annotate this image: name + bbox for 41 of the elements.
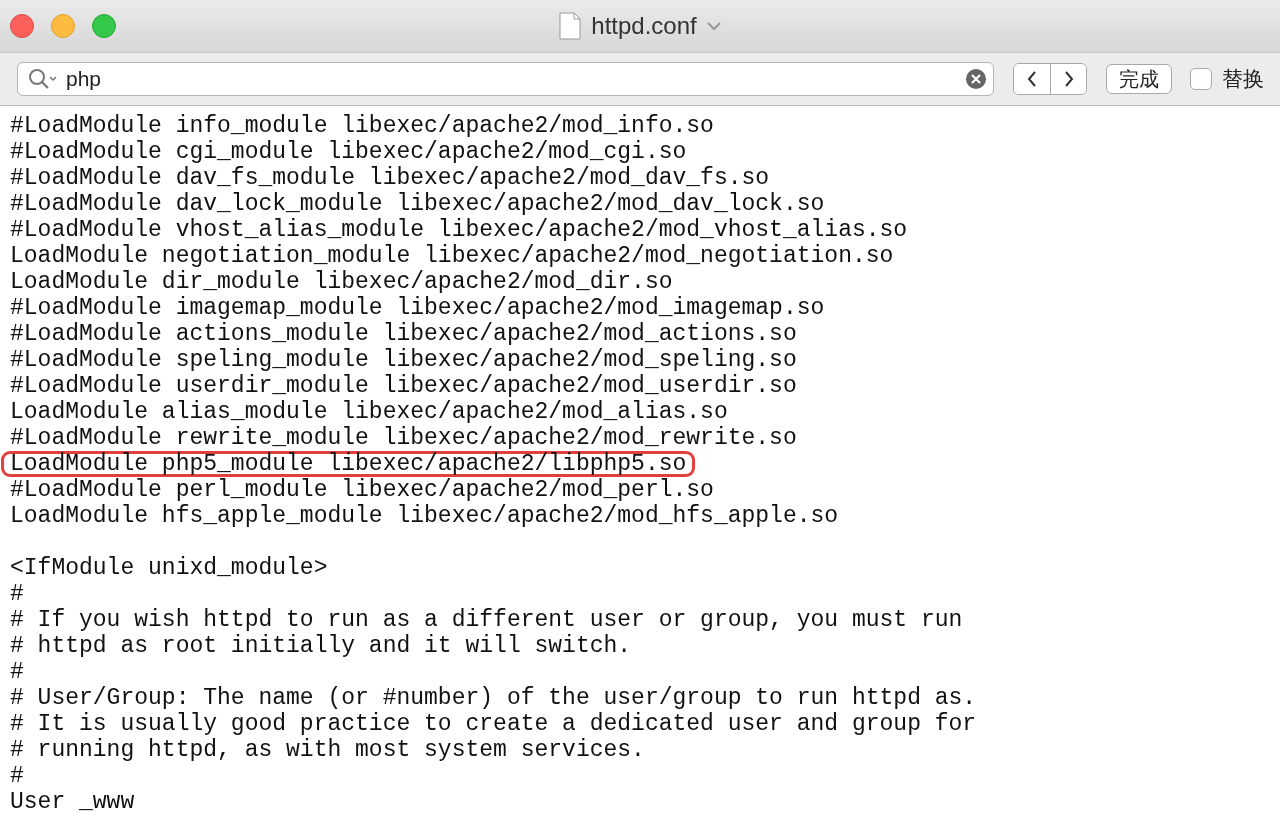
code-line: <IfModule unixd_module>: [10, 555, 328, 581]
document-icon: [559, 12, 582, 40]
code-line: #: [10, 659, 24, 685]
window-title: httpd.conf: [591, 12, 697, 40]
minimize-button[interactable]: [51, 14, 75, 38]
done-button[interactable]: 完成: [1106, 64, 1172, 94]
replace-checkbox[interactable]: [1190, 68, 1212, 90]
code-line: #: [10, 581, 24, 607]
code-line: #LoadModule actions_module libexec/apache2/mod_actions.so: [10, 321, 797, 347]
search-icon: [28, 68, 58, 90]
chevron-right-icon: [1063, 71, 1074, 87]
code-line: LoadModule alias_module libexec/apache2/mod_alias.so: [10, 399, 728, 425]
chevron-left-icon: [1027, 71, 1037, 87]
code-line: # running httpd, as with most system services.: [10, 737, 645, 763]
chevron-icon[interactable]: [706, 21, 721, 31]
code-line: LoadModule hfs_apple_module libexec/apache2/mod_hfs_apple.so: [10, 503, 839, 529]
code-line: #LoadModule info_module libexec/apache2/mod_info.so: [10, 113, 714, 139]
code-line: #LoadModule dav_fs_module libexec/apache2/mod_dav_fs.so: [10, 165, 770, 191]
code-line: # httpd as root initially and it will switch.: [10, 633, 632, 659]
code-line: # It is usually good practice to create a dedicated user and group for: [10, 711, 977, 737]
highlighted-code-line: LoadModule php5_module libexec/apache2/libphp5.so: [1, 451, 696, 477]
code-line: #LoadModule rewrite_module libexec/apache2/mod_rewrite.so: [10, 425, 797, 451]
code-line: #LoadModule perl_module libexec/apache2/mod_perl.so: [10, 477, 714, 503]
code-line: User _www: [10, 789, 135, 815]
code-line: #LoadModule imagemap_module libexec/apache2/mod_imagemap.so: [10, 295, 825, 321]
code-line: LoadModule dir_module libexec/apache2/mod_dir.so: [10, 269, 673, 295]
code-line: # User/Group: The name (or #number) of the user/group to run httpd as.: [10, 685, 977, 711]
code-line: #LoadModule cgi_module libexec/apache2/mod_cgi.so: [10, 139, 687, 165]
close-button[interactable]: [10, 14, 34, 38]
code-line: # If you wish httpd to run as a different user or group, you must run: [10, 607, 963, 633]
replace-label: 替换: [1222, 66, 1264, 92]
code-line: #: [10, 763, 24, 789]
code-line: LoadModule negotiation_module libexec/apache2/mod_negotiation.so: [10, 243, 894, 269]
code-line: #LoadModule dav_lock_module libexec/apache2/mod_dav_lock.so: [10, 191, 825, 217]
code-line: #LoadModule speling_module libexec/apache2/mod_speling.so: [10, 347, 797, 373]
clear-icon[interactable]: [965, 68, 987, 90]
next-button[interactable]: [1050, 64, 1086, 94]
code-line: #LoadModule userdir_module libexec/apache2/mod_userdir.so: [10, 373, 797, 399]
code-line: #LoadModule vhost_alias_module libexec/apache2/mod_vhost_alias.so: [10, 217, 908, 243]
search-field[interactable]: php: [17, 62, 994, 96]
zoom-button[interactable]: [92, 14, 116, 38]
